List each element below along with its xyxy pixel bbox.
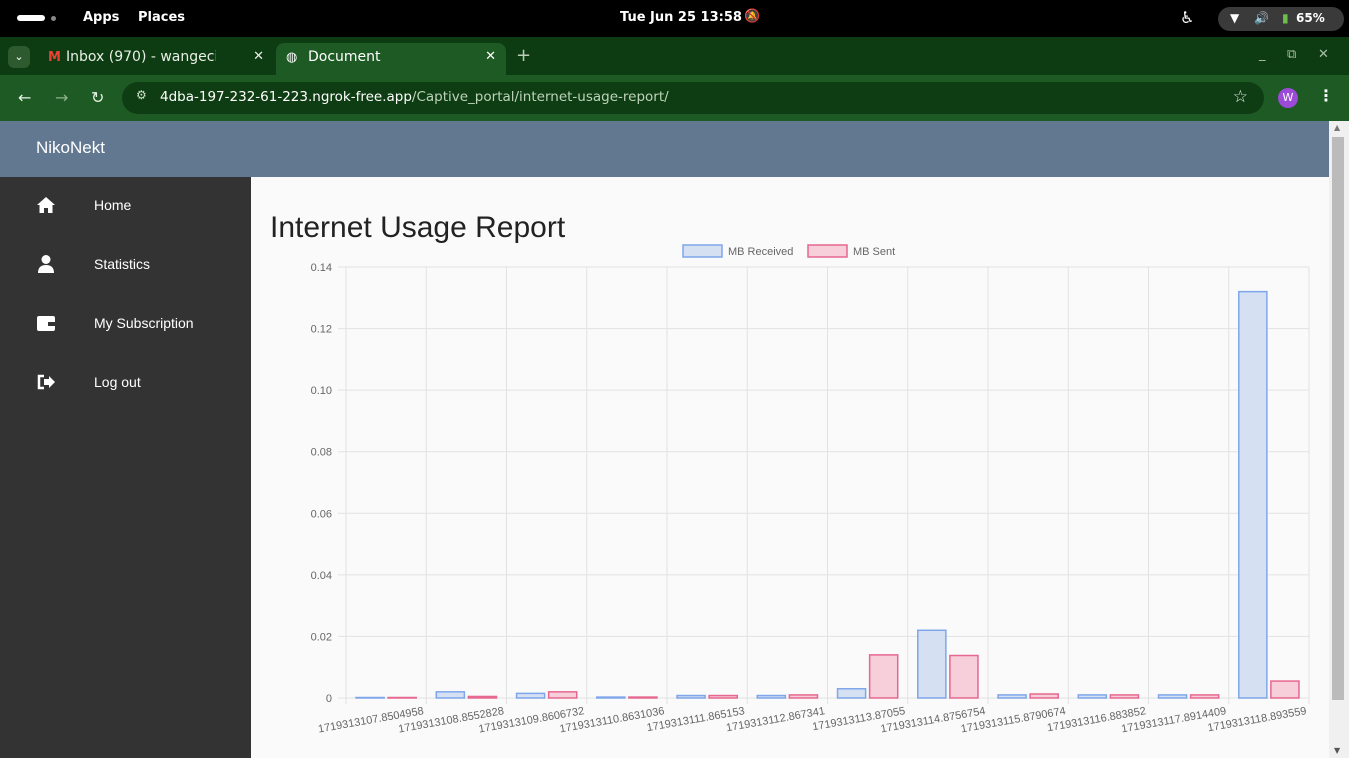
- sidebar-item-logout[interactable]: Log out: [0, 364, 251, 404]
- accessibility-icon[interactable]: ♿: [1180, 8, 1194, 27]
- logout-icon: [37, 374, 55, 390]
- gmail-icon: M: [48, 50, 61, 65]
- usage-bar-chart: 00.020.040.060.080.100.120.141719313107.…: [311, 244, 1310, 736]
- sidebar-item-label: Home: [94, 197, 132, 213]
- url-host: 4dba-197-232-61-223.ngrok-free.app: [160, 89, 412, 105]
- bookmark-star-icon[interactable]: ☆: [1233, 87, 1248, 107]
- legend-label-received: MB Received: [728, 246, 793, 258]
- site-brand[interactable]: NikoNekt: [36, 138, 105, 158]
- bar-mb-received: [1238, 290, 1268, 699]
- url-text: 4dba-197-232-61-223.ngrok-free.app/Capti…: [160, 89, 669, 105]
- new-tab-icon[interactable]: +: [516, 45, 531, 66]
- tab-title: Document: [308, 49, 381, 65]
- restore-icon[interactable]: ⧉: [1287, 47, 1296, 62]
- y-tick-label: 0.12: [311, 324, 332, 336]
- places-menu[interactable]: Places: [138, 10, 185, 25]
- bar-mb-sent: [387, 696, 417, 699]
- minimize-icon[interactable]: _: [1259, 47, 1266, 62]
- battery-percent: 65%: [1296, 11, 1325, 25]
- bar-mb-received: [676, 694, 706, 699]
- address-bar[interactable]: ⚙ 4dba-197-232-61-223.ngrok-free.app/Cap…: [122, 82, 1264, 114]
- profile-avatar[interactable]: W: [1278, 88, 1298, 108]
- wifi-icon: ▼: [1230, 11, 1240, 25]
- bar-mb-sent: [1109, 694, 1140, 699]
- y-tick-label: 0: [326, 693, 332, 705]
- site-header: NikoNekt: [0, 121, 1329, 177]
- bar-mb-sent: [1189, 694, 1220, 699]
- close-window-icon[interactable]: ✕: [1318, 47, 1329, 62]
- page-scrollbar[interactable]: ▲ ▼: [1329, 121, 1349, 758]
- reload-icon[interactable]: ↻: [91, 88, 104, 107]
- volume-icon: 🔊: [1254, 11, 1269, 25]
- workspace-dot: [51, 16, 56, 21]
- sidebar-item-home[interactable]: Home: [0, 187, 251, 227]
- bar-mb-sent: [1270, 680, 1300, 699]
- kebab-menu-icon[interactable]: ⋮: [1318, 86, 1334, 105]
- bar-mb-sent: [628, 696, 658, 699]
- home-icon: [37, 197, 55, 213]
- legend-label-sent: MB Sent: [853, 246, 895, 258]
- y-tick-label: 0.06: [311, 508, 332, 520]
- bar-mb-received: [836, 688, 867, 699]
- activities-indicator[interactable]: [17, 15, 45, 21]
- battery-icon: ▮: [1282, 11, 1289, 25]
- site-info-icon[interactable]: ⚙: [136, 88, 147, 102]
- bar-mb-sent: [788, 694, 819, 699]
- notifications-muted-icon: 🔕: [744, 9, 761, 24]
- sidebar-item-label: My Subscription: [94, 315, 194, 331]
- sidebar-item-subscription[interactable]: My Subscription: [0, 305, 251, 345]
- sidebar-item-label: Statistics: [94, 256, 151, 272]
- tab-search-chevron-icon[interactable]: ⌄: [8, 46, 30, 68]
- bar-mb-received: [596, 696, 626, 699]
- tab-inbox[interactable]: M Inbox (970) - wangeci.jos ✕: [38, 43, 274, 75]
- url-path: /Captive_portal/internet-usage-report/: [411, 89, 669, 105]
- sidebar: Home Statistics My Subscription Log out: [0, 177, 251, 758]
- y-tick-label: 0.02: [311, 631, 332, 643]
- close-tab-icon[interactable]: ✕: [253, 49, 264, 64]
- wallet-icon: [37, 316, 55, 331]
- scrollbar-thumb[interactable]: [1332, 137, 1344, 700]
- legend-swatch-received: [682, 244, 723, 258]
- bar-mb-received: [1157, 694, 1188, 699]
- bar-mb-received: [917, 629, 947, 699]
- bar-mb-sent: [868, 654, 899, 699]
- y-tick-label: 0.08: [311, 447, 332, 459]
- bar-mb-received: [1077, 694, 1108, 699]
- user-icon: [38, 255, 54, 273]
- apps-menu[interactable]: Apps: [83, 10, 119, 25]
- web-page: NikoNekt Home Statistics My Subscription…: [0, 121, 1329, 758]
- bar-mb-sent: [467, 695, 498, 699]
- back-arrow-icon[interactable]: ←: [18, 88, 31, 107]
- bar-mb-received: [756, 694, 787, 699]
- tab-title: Inbox (970) - wangeci.jos: [66, 49, 216, 65]
- legend-swatch-sent: [807, 244, 848, 258]
- bar-mb-sent: [1029, 693, 1059, 699]
- y-tick-label: 0.10: [311, 385, 332, 397]
- bar-mb-received: [435, 691, 466, 699]
- y-tick-label: 0.14: [311, 262, 332, 274]
- bar-mb-received: [997, 694, 1027, 699]
- clock[interactable]: Tue Jun 25 13:58: [620, 10, 742, 25]
- tab-document[interactable]: ◍ Document ✕: [276, 43, 506, 75]
- main-content: Internet Usage Report 0 0.02 0.04 0.06 0.08 0…: [251, 177, 1329, 758]
- bar-mb-sent: [949, 654, 979, 699]
- close-tab-icon[interactable]: ✕: [485, 49, 496, 64]
- scroll-up-arrow-icon[interactable]: ▲: [1334, 123, 1340, 132]
- bar-mb-sent: [708, 694, 738, 699]
- globe-icon: ◍: [286, 50, 298, 65]
- bar-mb-received: [355, 696, 385, 699]
- system-menu[interactable]: ▼ 🔊 ▮ 65%: [1218, 7, 1344, 31]
- scroll-down-arrow-icon[interactable]: ▼: [1334, 746, 1340, 755]
- browser-toolbar: ← → ↻ ⚙ 4dba-197-232-61-223.ngrok-free.a…: [0, 75, 1349, 121]
- forward-arrow-icon[interactable]: →: [55, 88, 68, 107]
- sidebar-item-statistics[interactable]: Statistics: [0, 246, 251, 286]
- system-top-bar: Apps Places Tue Jun 25 13:58 🔕 ♿ ▼ 🔊 ▮ 6…: [0, 0, 1349, 37]
- bar-mb-received: [515, 692, 546, 699]
- bar-mb-sent: [547, 691, 578, 699]
- browser-tab-strip: ⌄ M Inbox (970) - wangeci.jos ✕ ◍ Docume…: [0, 37, 1349, 75]
- y-tick-label: 0.04: [311, 570, 332, 582]
- sidebar-item-label: Log out: [94, 374, 141, 390]
